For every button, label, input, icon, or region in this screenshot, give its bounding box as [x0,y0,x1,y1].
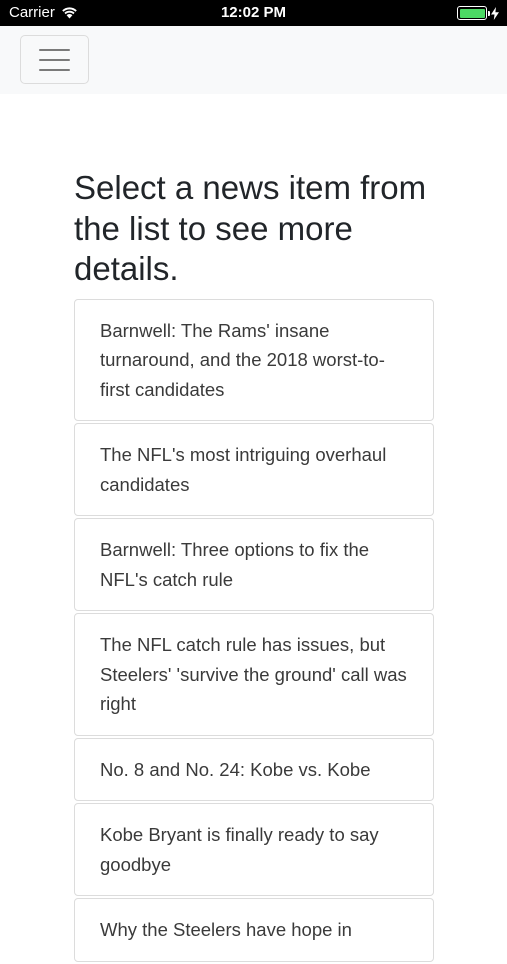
hamburger-menu-icon-bar-bottom [39,68,70,71]
main-content: Select a news item from the list to see … [74,168,434,964]
page-heading: Select a news item from the list to see … [74,169,427,287]
status-bar: Carrier 12:02 PM [0,0,507,26]
navbar [0,26,507,94]
news-list-item[interactable]: Barnwell: Three options to fix the NFL's… [74,518,434,611]
hamburger-menu-button[interactable] [20,35,89,84]
hamburger-menu-icon-bar-top [39,48,70,51]
status-right [457,6,499,20]
news-list-item[interactable]: Why the Steelers have hope in [74,898,434,962]
news-list-item[interactable]: No. 8 and No. 24: Kobe vs. Kobe [74,737,434,801]
battery-icon [457,6,490,20]
news-list-item[interactable]: Barnwell: The Rams' insane turnaround, a… [74,298,434,421]
status-time: 12:02 PM [220,4,287,21]
hamburger-menu-icon-bar-middle [39,58,70,61]
news-list-item[interactable]: The NFL's most intriguing overhaul candi… [74,423,434,516]
news-list: Barnwell: The Rams' insane turnaround, a… [74,298,434,962]
news-list-item[interactable]: The NFL catch rule has issues, but Steel… [74,613,434,736]
charging-bolt-icon [491,6,499,20]
news-list-item[interactable]: Kobe Bryant is finally ready to say good… [74,803,434,896]
battery-fill [459,8,485,18]
